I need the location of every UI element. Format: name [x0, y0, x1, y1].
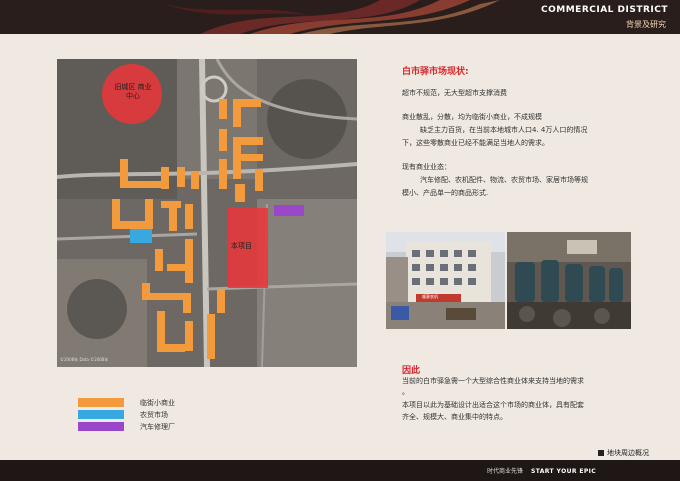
- analysis-p3-title: 现有商业业态：: [402, 163, 451, 171]
- farmers-market-block: [130, 229, 152, 243]
- analysis-p3-line1: 汽车修配、农机配件、物流、农贸市场、家居市场等规: [420, 176, 588, 184]
- conclusion-line1-text: 当前的白市驿急需一个大型综合性商业体来支持当地的需求: [402, 377, 584, 385]
- footer-bar: 时代商业先锋 START YOUR EPIC: [0, 460, 680, 481]
- section-tab: 地块周边概况: [584, 447, 680, 460]
- old-center-label: 旧城区 商业中心: [114, 83, 152, 100]
- analysis-p2-line3: 下，这些零散商业已经不能满足当地人的需求。: [402, 139, 549, 147]
- legend-swatch-orange: [78, 398, 124, 407]
- section-tab-label: 地块周边概况: [607, 449, 649, 457]
- header-title-cn: 背景及研究: [626, 20, 666, 29]
- analysis-p2-line1: 商业散乱，分散，均为临街小商业，不成规模: [402, 113, 542, 121]
- conclusion-line3: 齐全、规模大、商业集中的特点。: [402, 413, 507, 421]
- legend-swatch-purple: [78, 422, 124, 431]
- legend-label: 汽车修理厂: [140, 423, 175, 431]
- workshop-photo: [507, 232, 631, 329]
- analysis-p2-line2: 缺乏主力百货，在当前本地城市人口4. 4万人口的情况: [420, 126, 588, 134]
- conclusion-line1-end: 。: [402, 388, 409, 396]
- conclusion-heading: 因此: [402, 366, 421, 376]
- legend-swatch-blue: [78, 410, 124, 419]
- street-photo: 顺意农机: [386, 232, 505, 329]
- aerial-map: 旧城区 商业中心 本项目 ©2008年 Data ©2008年: [57, 59, 357, 367]
- conclusion-line2: 本项目以此为基础设计出适合这个市场的商业体，具有配套: [402, 401, 584, 409]
- legend-label: 临街小商业: [140, 399, 175, 407]
- footer-slogan-cn: 时代商业先锋: [487, 468, 524, 475]
- analysis-p1: 超市不规范，无大型超市支撑消费: [402, 89, 507, 97]
- footer-slogan: 时代商业先锋 START YOUR EPIC: [487, 466, 596, 475]
- conclusion-line1: 当前的白市驿急需一个大型综合性商业体来支持当地的需求 。: [402, 376, 584, 398]
- project-label: 本项目: [231, 242, 252, 250]
- street-photo-sign: 顺意农机: [422, 294, 438, 299]
- analysis-p3-line2: 模小、产品单一的商品形式.: [402, 189, 489, 197]
- square-bullet-icon: [598, 450, 604, 456]
- footer-slogan-en: START YOUR EPIC: [531, 468, 597, 475]
- header-bar: COMMERCIAL DISTRICT 背景及研究: [0, 0, 680, 34]
- header-title-en: COMMERCIAL DISTRICT: [541, 5, 668, 15]
- legend-label: 农贸市场: [140, 411, 168, 419]
- analysis-heading: 白市驿市场现状:: [402, 67, 469, 77]
- auto-repair-block: [274, 205, 304, 216]
- map-credit: ©2008年 Data ©2008年: [60, 357, 109, 362]
- aerial-map-drawing: [57, 59, 357, 367]
